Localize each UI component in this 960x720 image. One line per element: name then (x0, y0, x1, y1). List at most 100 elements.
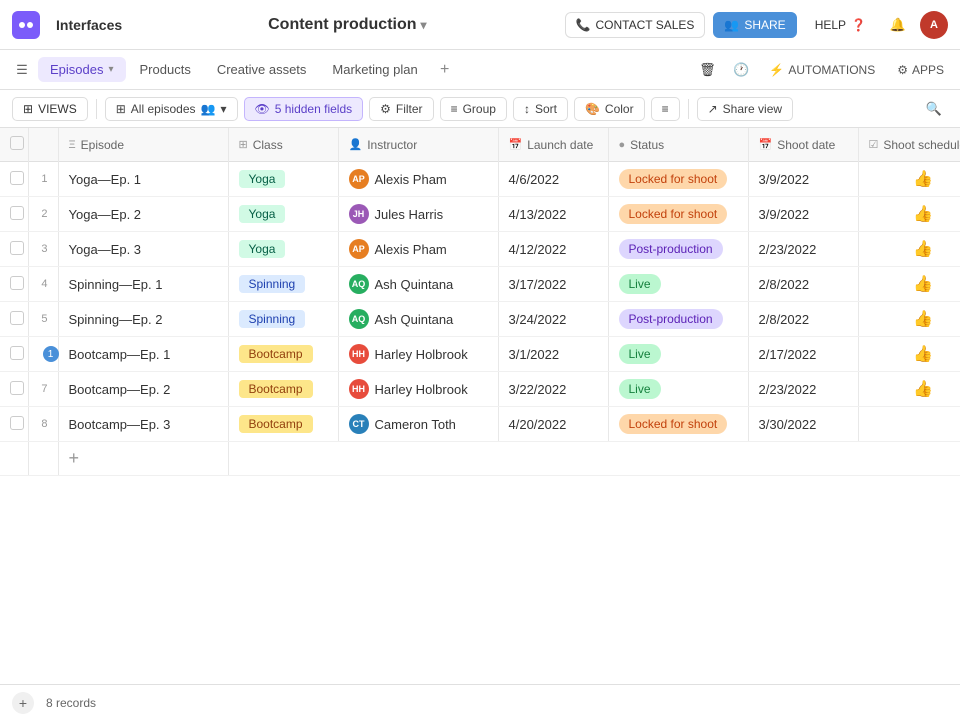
row-shoot-date: 2/8/2022 (748, 267, 858, 302)
row-checkbox[interactable] (10, 171, 24, 185)
thumbs-up-icon: 👍 (913, 171, 933, 188)
add-record-button[interactable]: + (12, 692, 34, 714)
nav-center: Content production ▾ (138, 16, 556, 34)
table-row[interactable]: 2Yoga—Ep. 2YogaJH Jules Harris4/13/2022L… (0, 197, 960, 232)
color-button[interactable]: 🎨 Color (574, 97, 645, 121)
help-button[interactable]: HELP ❓ (805, 13, 876, 37)
row-status: Locked for shoot (608, 197, 748, 232)
add-row[interactable]: + (0, 442, 960, 476)
table-row[interactable]: 4Spinning—Ep. 1SpinningAQ Ash Quintana3/… (0, 267, 960, 302)
row-episode: Bootcamp—Ep. 1 (58, 337, 228, 372)
add-tab-button[interactable]: + (432, 57, 458, 83)
add-row-button[interactable]: + (58, 442, 228, 476)
row-badge: 1 (43, 346, 59, 362)
row-instructor: HH Harley Holbrook (338, 372, 498, 407)
row-checkbox-cell (0, 302, 28, 337)
row-checkbox[interactable] (10, 311, 24, 325)
history-button[interactable]: 🕐 (727, 56, 755, 84)
apps-icon: ⚙ (897, 63, 908, 77)
project-title[interactable]: Content production ▾ (268, 16, 426, 34)
color-icon: 🎨 (585, 102, 600, 116)
row-shoot-scheduled: 👍 (858, 337, 960, 372)
group-button[interactable]: ≡ Group (440, 97, 507, 121)
class-col-icon: ⊞ (239, 138, 248, 151)
nav-right: 📞 CONTACT SALES 👥 SHARE HELP ❓ 🔔 A (565, 11, 948, 39)
row-shoot-scheduled: 👍 (858, 267, 960, 302)
launch-col-icon: 📅 (509, 138, 523, 151)
tab-episodes[interactable]: Episodes ▾ (38, 57, 126, 82)
row-instructor: JH Jules Harris (338, 197, 498, 232)
header-checkbox[interactable] (0, 128, 28, 162)
header-launch-date[interactable]: 📅 Launch date (498, 128, 608, 162)
table-row[interactable]: 1Yoga—Ep. 1YogaAP Alexis Pham4/6/2022Loc… (0, 162, 960, 197)
row-height-button[interactable]: ≡ (651, 97, 680, 121)
select-all-checkbox[interactable] (10, 136, 24, 150)
row-checkbox[interactable] (10, 346, 24, 360)
table-row[interactable]: 1Bootcamp—Ep. 1BootcampHH Harley Holbroo… (0, 337, 960, 372)
row-number: 1 (28, 337, 58, 372)
header-episode[interactable]: Ξ Episode (58, 128, 228, 162)
row-instructor: AQ Ash Quintana (338, 267, 498, 302)
tab-products[interactable]: Products (128, 57, 203, 82)
row-number: 4 (28, 267, 58, 302)
share-view-button[interactable]: ↗ Share view (697, 97, 793, 121)
thumbs-up-icon: 👍 (913, 276, 933, 293)
instructor-name: Alexis Pham (375, 172, 447, 187)
row-launch-date: 4/6/2022 (498, 162, 608, 197)
contact-sales-button[interactable]: 📞 CONTACT SALES (565, 12, 706, 38)
notifications-button[interactable]: 🔔 (884, 11, 912, 39)
row-checkbox[interactable] (10, 241, 24, 255)
header-status[interactable]: ● Status (608, 128, 748, 162)
row-checkbox[interactable] (10, 276, 24, 290)
filter-button[interactable]: ⚙ Filter (369, 97, 433, 121)
class-badge: Yoga (239, 240, 286, 258)
row-shoot-date: 3/9/2022 (748, 162, 858, 197)
tab-creative-assets-label: Creative assets (217, 62, 307, 77)
sort-button[interactable]: ↕ Sort (513, 97, 568, 121)
table-row[interactable]: 8Bootcamp—Ep. 3BootcampCT Cameron Toth4/… (0, 407, 960, 442)
share-button[interactable]: 👥 SHARE (713, 12, 796, 38)
row-instructor: AQ Ash Quintana (338, 302, 498, 337)
tab-dropdown-icon: ▾ (108, 64, 113, 75)
instructor-name: Jules Harris (375, 207, 444, 222)
header-shoot-date[interactable]: 📅 Shoot date (748, 128, 858, 162)
row-checkbox[interactable] (10, 381, 24, 395)
tab-creative-assets[interactable]: Creative assets (205, 57, 319, 82)
apps-button[interactable]: ⚙ APPS (889, 59, 952, 81)
instructor-name: Ash Quintana (375, 277, 454, 292)
user-avatar[interactable]: A (920, 11, 948, 39)
header-instructor[interactable]: 👤 Instructor (338, 128, 498, 162)
app-logo[interactable] (12, 11, 40, 39)
automations-button[interactable]: ⚡ AUTOMATIONS (761, 59, 883, 81)
share-icon: 👥 (724, 18, 739, 32)
table-row[interactable]: 5Spinning—Ep. 2SpinningAQ Ash Quintana3/… (0, 302, 960, 337)
menu-button[interactable]: ☰ (8, 56, 36, 84)
row-launch-date: 3/22/2022 (498, 372, 608, 407)
tab-marketing-plan[interactable]: Marketing plan (320, 57, 429, 82)
table-row[interactable]: 7Bootcamp—Ep. 2BootcampHH Harley Holbroo… (0, 372, 960, 407)
instructor-name: Harley Holbrook (375, 347, 468, 362)
row-launch-date: 3/1/2022 (498, 337, 608, 372)
row-checkbox-cell (0, 407, 28, 442)
table-row[interactable]: 3Yoga—Ep. 3YogaAP Alexis Pham4/12/2022Po… (0, 232, 960, 267)
phone-icon: 📞 (576, 18, 591, 32)
thumbs-up-icon: 👍 (913, 241, 933, 258)
table-icon: ⊞ (116, 102, 126, 116)
views-icon: ⊞ (23, 102, 33, 116)
status-badge: Locked for shoot (619, 204, 728, 224)
header-class[interactable]: ⊞ Class (228, 128, 338, 162)
header-shoot-scheduled[interactable]: ☑ Shoot scheduled (858, 128, 960, 162)
row-episode: Yoga—Ep. 2 (58, 197, 228, 232)
views-button[interactable]: ⊞ VIEWS (12, 97, 88, 121)
all-episodes-button[interactable]: ⊞ All episodes 👥 ▾ (105, 97, 238, 121)
delete-button[interactable]: 🗑 (693, 56, 721, 84)
row-checkbox[interactable] (10, 416, 24, 430)
filter-icon: ⚙ (380, 102, 391, 116)
hidden-fields-button[interactable]: 👁 5 hidden fields (244, 97, 364, 121)
row-checkbox[interactable] (10, 206, 24, 220)
shoot-sched-col-icon: ☑ (869, 138, 879, 151)
row-checkbox-cell (0, 337, 28, 372)
person-group-icon: 👥 (201, 102, 216, 116)
row-shoot-scheduled: 👍 (858, 302, 960, 337)
search-button[interactable]: 🔍 (920, 95, 948, 123)
